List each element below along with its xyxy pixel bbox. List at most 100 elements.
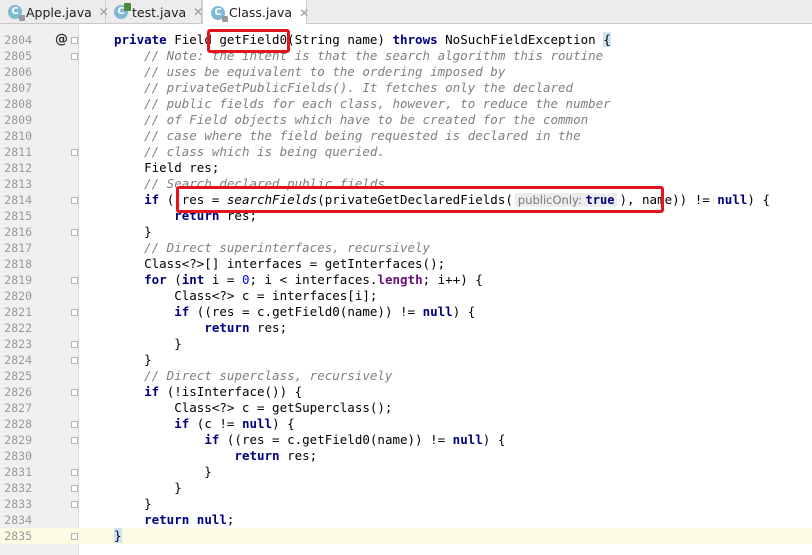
- code-token: null: [196, 512, 227, 527]
- line-number: 2830: [4, 449, 32, 463]
- code-line[interactable]: 2825 // Direct superclass, recursively: [0, 368, 812, 384]
- fold-marker-icon[interactable]: [71, 197, 78, 204]
- code-line[interactable]: 2811 // class which is being queried.: [0, 144, 812, 160]
- line-number: 2823: [4, 337, 32, 351]
- code-line[interactable]: 2817 // Direct superinterfaces, recursiv…: [0, 240, 812, 256]
- line-number: 2811: [4, 145, 32, 159]
- fold-marker-icon[interactable]: [71, 501, 78, 508]
- code-token: ) {: [272, 416, 295, 431]
- code-token: }: [114, 480, 182, 495]
- fold-marker-icon[interactable]: [71, 437, 78, 444]
- line-number: 2822: [4, 321, 32, 335]
- code-text: return res;: [114, 448, 317, 464]
- code-text: }: [114, 336, 182, 352]
- fold-marker-icon[interactable]: [71, 421, 78, 428]
- line-number: 2835: [4, 529, 32, 543]
- code-token: ((res = c.getField0(name)) !=: [219, 432, 453, 447]
- code-line[interactable]: 2810 // case where the field being reque…: [0, 128, 812, 144]
- tab-apple-java[interactable]: C Apple.java ✕: [0, 0, 109, 24]
- code-line[interactable]: 2822 return res;: [0, 320, 812, 336]
- highlight-box-search-call: [176, 186, 664, 213]
- code-token: res;: [249, 320, 288, 335]
- fold-marker-icon[interactable]: [71, 309, 78, 316]
- close-icon[interactable]: ✕: [299, 6, 309, 20]
- code-line[interactable]: 2832 }: [0, 480, 812, 496]
- code-line[interactable]: 2818 Class<?>[] interfaces = getInterfac…: [0, 256, 812, 272]
- code-text: if ((res = c.getField0(name)) != null) {: [114, 432, 505, 448]
- override-marker-icon[interactable]: @: [55, 32, 68, 48]
- code-line[interactable]: 2833 }: [0, 496, 812, 512]
- code-text: if (c != null) {: [114, 416, 295, 432]
- fold-marker-icon[interactable]: [71, 149, 78, 156]
- code-line[interactable]: 2809 // of Field objects which have to b…: [0, 112, 812, 128]
- line-number: 2815: [4, 209, 32, 223]
- code-line[interactable]: 2805 // Note: the intent is that the sea…: [0, 48, 812, 64]
- code-token: return: [204, 320, 250, 335]
- code-line[interactable]: 2823 }: [0, 336, 812, 352]
- fold-marker-icon[interactable]: [71, 229, 78, 236]
- fold-marker-icon[interactable]: [71, 485, 78, 492]
- code-text: Class<?> c = interfaces[i];: [114, 288, 377, 304]
- line-number: 2807: [4, 81, 32, 95]
- code-text: return res;: [114, 320, 287, 336]
- line-number: 2818: [4, 257, 32, 271]
- code-line[interactable]: 2819 for (int i = 0; i < interfaces.leng…: [0, 272, 812, 288]
- fold-marker-icon[interactable]: [71, 469, 78, 476]
- code-text: // Direct superclass, recursively: [114, 368, 392, 384]
- fold-marker-icon[interactable]: [71, 533, 78, 540]
- code-text: Class<?>[] interfaces = getInterfaces();: [114, 256, 445, 272]
- code-token: (: [166, 272, 182, 287]
- fold-marker-icon[interactable]: [71, 53, 78, 60]
- code-line[interactable]: 2808 // public fields for each class, ho…: [0, 96, 812, 112]
- tab-test-java[interactable]: C test.java ✕: [106, 0, 203, 24]
- code-line[interactable]: 2806 // uses be equivalent to the orderi…: [0, 64, 812, 80]
- line-number: 2827: [4, 401, 32, 415]
- line-number: 2808: [4, 97, 32, 111]
- code-line[interactable]: 2820 Class<?> c = interfaces[i];: [0, 288, 812, 304]
- code-line[interactable]: 2830 return res;: [0, 448, 812, 464]
- tab-label: Apple.java: [26, 4, 92, 20]
- code-line[interactable]: 2816 }: [0, 224, 812, 240]
- code-token: // public fields for each class, however…: [144, 96, 611, 111]
- code-line[interactable]: 2835}: [0, 528, 812, 544]
- code-token: return: [234, 448, 280, 463]
- code-line[interactable]: 2831 }: [0, 464, 812, 480]
- code-line[interactable]: 2827 Class<?> c = getSuperclass();: [0, 400, 812, 416]
- fold-marker-icon[interactable]: [71, 357, 78, 364]
- code-token: // class which is being queried.: [144, 144, 385, 159]
- code-token: // uses be equivalent to the ordering im…: [144, 64, 506, 79]
- code-line[interactable]: 2829 if ((res = c.getField0(name)) != nu…: [0, 432, 812, 448]
- fold-marker-icon[interactable]: [71, 37, 78, 44]
- fold-marker-icon[interactable]: [71, 277, 78, 284]
- code-token: null: [422, 304, 453, 319]
- fold-marker-icon[interactable]: [71, 389, 78, 396]
- code-token: if: [144, 192, 160, 207]
- line-number: 2817: [4, 241, 32, 255]
- code-line[interactable]: 2807 // privateGetPublicFields(). It fet…: [0, 80, 812, 96]
- code-token: null: [241, 416, 273, 431]
- fold-marker-icon[interactable]: [71, 341, 78, 348]
- code-text: }: [114, 352, 152, 368]
- code-line[interactable]: 2828 if (c != null) {: [0, 416, 812, 432]
- code-token: }: [114, 352, 152, 367]
- code-line[interactable]: 2824 }: [0, 352, 812, 368]
- code-token: length: [377, 272, 423, 287]
- code-line[interactable]: 2826 if (!isInterface()) {: [0, 384, 812, 400]
- code-line[interactable]: 2821 if ((res = c.getField0(name)) != nu…: [0, 304, 812, 320]
- tab-class-java[interactable]: C Class.java ✕: [202, 0, 309, 25]
- code-text: // public fields for each class, however…: [114, 96, 611, 112]
- code-line[interactable]: 2834 return null;: [0, 512, 812, 528]
- code-line[interactable]: 2804 @ private Field getField0(String name…: [0, 32, 812, 48]
- code-line[interactable]: 2812 Field res;: [0, 160, 812, 176]
- code-token: Class<?> c = getSuperclass();: [114, 400, 393, 415]
